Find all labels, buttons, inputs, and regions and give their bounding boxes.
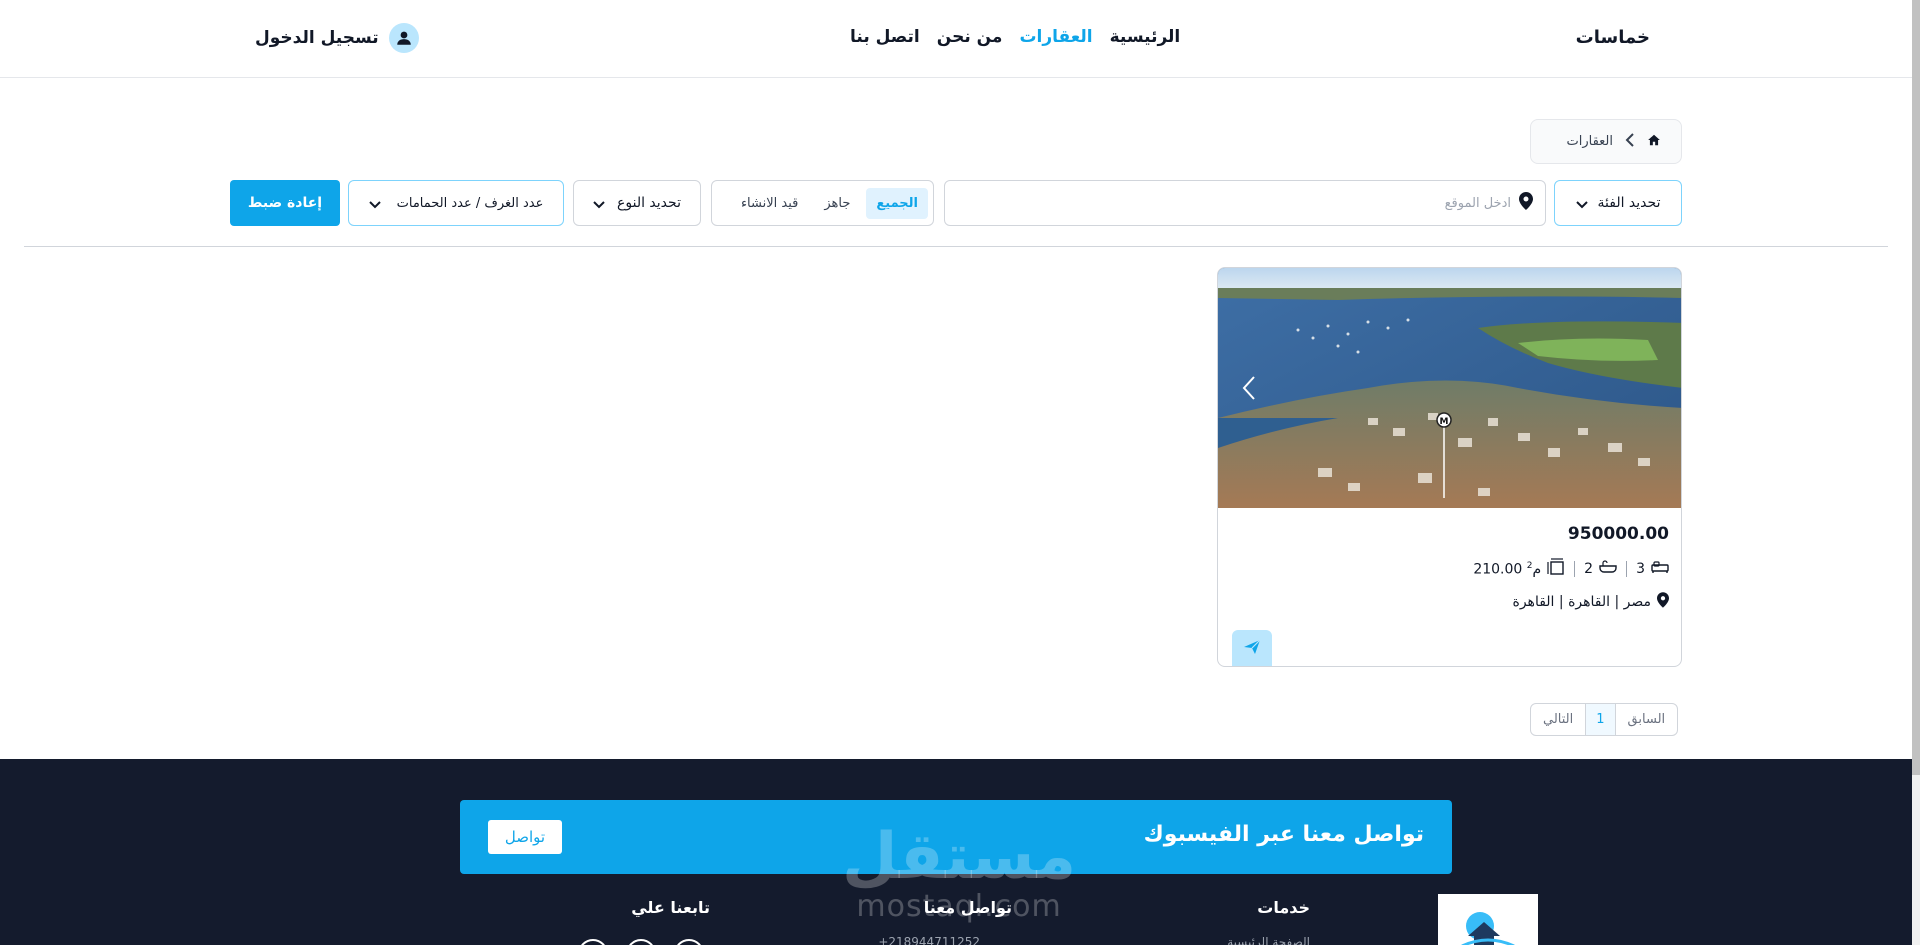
category-select[interactable]: تحديد الفئة [1554,180,1682,226]
nav-item-home-link[interactable]: الرئيسية [1110,27,1181,47]
footer-contact-phone[interactable]: +218944711252 [878,935,980,945]
status-option-ready[interactable]: جاهز [814,188,860,219]
bedrooms-count: 3 [1636,561,1645,577]
login-label: تسجيل الدخول [255,28,379,48]
user-avatar-icon [388,23,419,53]
status-option-under-construction[interactable]: قيد الانشاء [731,188,808,219]
area-icon [1547,558,1565,580]
property-location: مصر | القاهرة | القاهرة [1512,592,1669,612]
pagination: السابق 1 التالي [1530,703,1679,736]
chevron-down-icon [593,194,605,213]
map-pin-icon [1519,192,1533,214]
pagination-prev-button[interactable]: السابق [1614,704,1678,735]
facebook-contact-button[interactable]: تواصل [488,820,562,854]
location-text: مصر | القاهرة | القاهرة [1512,594,1652,610]
instagram-icon[interactable] [674,939,704,945]
chevron-left-icon [1625,132,1635,151]
location-field[interactable] [944,180,1546,226]
type-select[interactable]: تحديد النوع [573,180,701,226]
send-icon [1243,639,1261,659]
facebook-icon[interactable] [578,939,608,945]
twitter-icon[interactable] [626,939,656,945]
divider [1626,561,1628,577]
brand-logo-text[interactable]: خماسات [1576,27,1650,48]
divider [1574,561,1576,577]
status-segmented-control: الجميع جاهز قيد الانشاء [711,180,934,226]
category-select-label: تحديد الفئة [1597,195,1661,211]
property-specs: 3 2 210.00 م2 [1473,558,1669,580]
footer-services-title: خدمات [1257,898,1310,917]
svg-text:M: M [1440,417,1449,427]
reset-button[interactable]: إعادة ضبط [230,180,340,226]
chevron-down-icon [1575,194,1588,213]
property-price: 950000.00 [1567,524,1669,544]
type-select-label: تحديد النوع [617,195,681,211]
footer: تواصل معنا عبر الفيسبوك تواصل خدمات الصف… [0,759,1912,945]
map-pin-icon [1657,592,1669,612]
rooms-baths-select[interactable]: عدد الغرف / عدد الحمامات [348,180,564,226]
bathrooms-count: 2 [1584,561,1594,577]
footer-services-link[interactable]: الصفحة الرئيسية [1227,935,1310,945]
pagination-page-1[interactable]: 1 [1585,704,1615,735]
chevron-down-icon [368,194,381,213]
chevron-left-icon[interactable] [1238,373,1262,403]
bed-icon [1651,560,1669,578]
nav-item-contact-link[interactable]: اتصل بنا [850,27,920,47]
property-card[interactable]: M 950000.00 3 2 210.00 م2 مصر | القاهرة … [1217,267,1682,667]
scrollbar-thumb[interactable] [1912,0,1920,775]
main-nav: الرئيسية العقارات من نحن اتصل بنا [850,27,1180,47]
top-header: خماسات الرئيسية العقارات من نحن اتصل بنا… [0,0,1912,78]
login-button[interactable]: تسجيل الدخول [255,23,419,53]
pagination-next-button[interactable]: التالي [1531,704,1585,735]
facebook-banner-title: تواصل معنا عبر الفيسبوك [1143,822,1424,847]
footer-contact-title: تواصل معنا [923,898,1012,917]
area-value: 210.00 م2 [1473,560,1542,578]
bath-icon [1599,560,1617,578]
status-option-all[interactable]: الجميع [866,187,928,219]
divider [24,246,1888,247]
send-button[interactable] [1232,630,1272,666]
home-icon[interactable] [1647,132,1661,151]
facebook-banner: تواصل معنا عبر الفيسبوك تواصل [460,800,1452,874]
location-input[interactable] [971,195,1511,211]
rooms-baths-select-label: عدد الغرف / عدد الحمامات [396,195,544,211]
footer-logo[interactable] [1438,894,1538,945]
breadcrumb-current: العقارات [1566,134,1613,149]
breadcrumb: العقارات [1530,119,1682,164]
page-scrollbar[interactable] [1912,0,1920,945]
nav-item-about-link[interactable]: من نحن [937,27,1003,47]
nav-item-properties-link[interactable]: العقارات [1019,27,1092,47]
property-photo[interactable]: M [1218,268,1681,508]
filter-bar: تحديد الفئة الجميع جاهز قيد الانشاء تحدي… [230,180,1682,226]
footer-follow-title: تابعنا علي [631,898,710,917]
